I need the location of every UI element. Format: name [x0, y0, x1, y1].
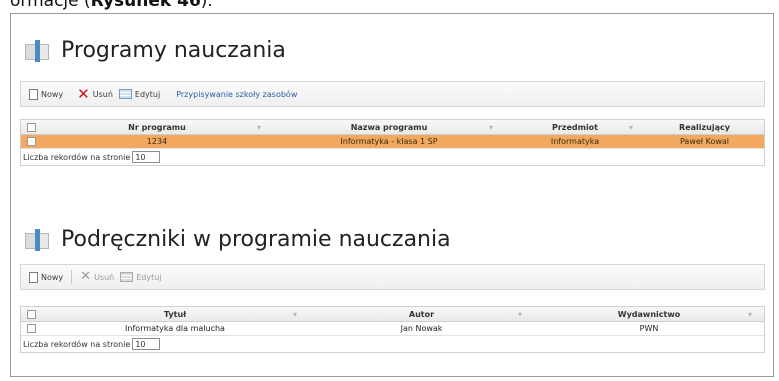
books-title-text: Podręczniki w programie nauczania	[61, 227, 451, 252]
programs-edit-label: Edytuj	[134, 89, 161, 99]
row-checkbox[interactable]	[21, 135, 41, 148]
cell-title: Informatyka dla malucha	[125, 324, 225, 333]
book-icon	[25, 228, 51, 251]
column-header-author[interactable]: Autor ▾	[309, 307, 534, 321]
programs-delete-button[interactable]: ✕ Usuń	[77, 85, 113, 103]
table-row[interactable]: Informatyka dla malucha Jan Nowak PWN	[21, 322, 764, 335]
programs-new-label: Nowy	[41, 89, 64, 99]
page-size-label: Liczba rekordów na stronie	[23, 152, 131, 162]
new-document-icon	[29, 88, 38, 100]
column-header-publisher[interactable]: Wydawnictwo ▾	[534, 307, 764, 321]
programs-title-text: Programy nauczania	[61, 38, 286, 63]
row-checkbox[interactable]	[21, 322, 41, 335]
programs-delete-label: Usuń	[92, 89, 113, 99]
caption-prefix: ormacje (	[10, 0, 91, 11]
toolbar-separator	[71, 270, 73, 284]
programs-new-button[interactable]: Nowy	[29, 88, 64, 100]
figure-caption: ormacje (Rysunek 46).	[10, 0, 213, 11]
column-header-subject[interactable]: Przedmiot ▾	[505, 120, 645, 134]
books-edit-button[interactable]: Edytuj	[120, 272, 162, 282]
edit-grid-icon	[118, 89, 132, 99]
select-all-checkbox[interactable]	[21, 307, 41, 321]
table-row[interactable]: 1234 Informatyka - klasa 1 SP Informatyk…	[21, 135, 764, 148]
programs-table: Nr programu ▾ Nazwa programu ▾ Przedmiot ▾ …	[20, 119, 765, 166]
page-size-select[interactable]: 10	[132, 151, 161, 163]
programs-section-title: Programy nauczania	[25, 38, 286, 63]
delete-x-icon: ✕	[80, 269, 92, 284]
books-table: Tytuł ▾ Autor ▾ Wydawnictwo ▾ Informatyka d…	[20, 306, 765, 353]
page-size-select[interactable]: 10	[132, 338, 161, 350]
books-edit-label: Edytuj	[136, 272, 162, 282]
books-delete-label: Usuń	[94, 272, 115, 282]
delete-x-icon: ✕	[77, 85, 90, 103]
column-header-title[interactable]: Tytuł ▾	[41, 307, 309, 321]
select-all-checkbox[interactable]	[21, 120, 41, 134]
column-header-number[interactable]: Nr programu ▾	[41, 120, 273, 134]
books-section-title: Podręczniki w programie nauczania	[25, 227, 451, 252]
page-size-label: Liczba rekordów na stronie	[23, 339, 131, 349]
caption-suffix: ).	[200, 0, 213, 11]
cell-subject: Informatyka	[550, 137, 600, 146]
caption-figure-ref: Rysunek 46	[90, 0, 201, 11]
cell-teacher: Paweł Kowal	[679, 137, 730, 146]
programs-toolbar: Nowy ✕ Usuń Edytuj Przypisywanie szkoły …	[20, 81, 765, 107]
assign-resources-link[interactable]: Przypisywanie szkoły zasobów	[176, 90, 297, 99]
book-icon	[25, 39, 51, 62]
column-header-name[interactable]: Nazwa programu ▾	[273, 120, 505, 134]
books-table-header: Tytuł ▾ Autor ▾ Wydawnictwo ▾	[21, 307, 764, 322]
books-toolbar: Nowy ✕ Usuń Edytuj	[20, 264, 765, 290]
books-new-label: Nowy	[41, 272, 64, 282]
cell-number: 1234	[146, 137, 168, 146]
app-frame: Programy nauczania Nowy ✕ Usuń Edytuj Pr…	[10, 13, 774, 377]
cell-publisher: PWN	[639, 324, 659, 333]
edit-grid-icon	[120, 272, 134, 282]
new-document-icon	[29, 271, 38, 283]
cell-author: Jan Nowak	[400, 324, 443, 333]
programs-pager: Liczba rekordów na stronie 10	[21, 148, 764, 165]
books-pager: Liczba rekordów na stronie 10	[21, 335, 764, 352]
column-header-teacher[interactable]: Realizujący	[645, 120, 764, 134]
cell-name: Informatyka - klasa 1 SP	[340, 137, 438, 146]
books-new-button[interactable]: Nowy	[29, 271, 64, 283]
programs-table-header: Nr programu ▾ Nazwa programu ▾ Przedmiot ▾ …	[21, 120, 764, 135]
books-delete-button[interactable]: ✕ Usuń	[80, 269, 115, 284]
programs-edit-button[interactable]: Edytuj	[118, 89, 161, 99]
